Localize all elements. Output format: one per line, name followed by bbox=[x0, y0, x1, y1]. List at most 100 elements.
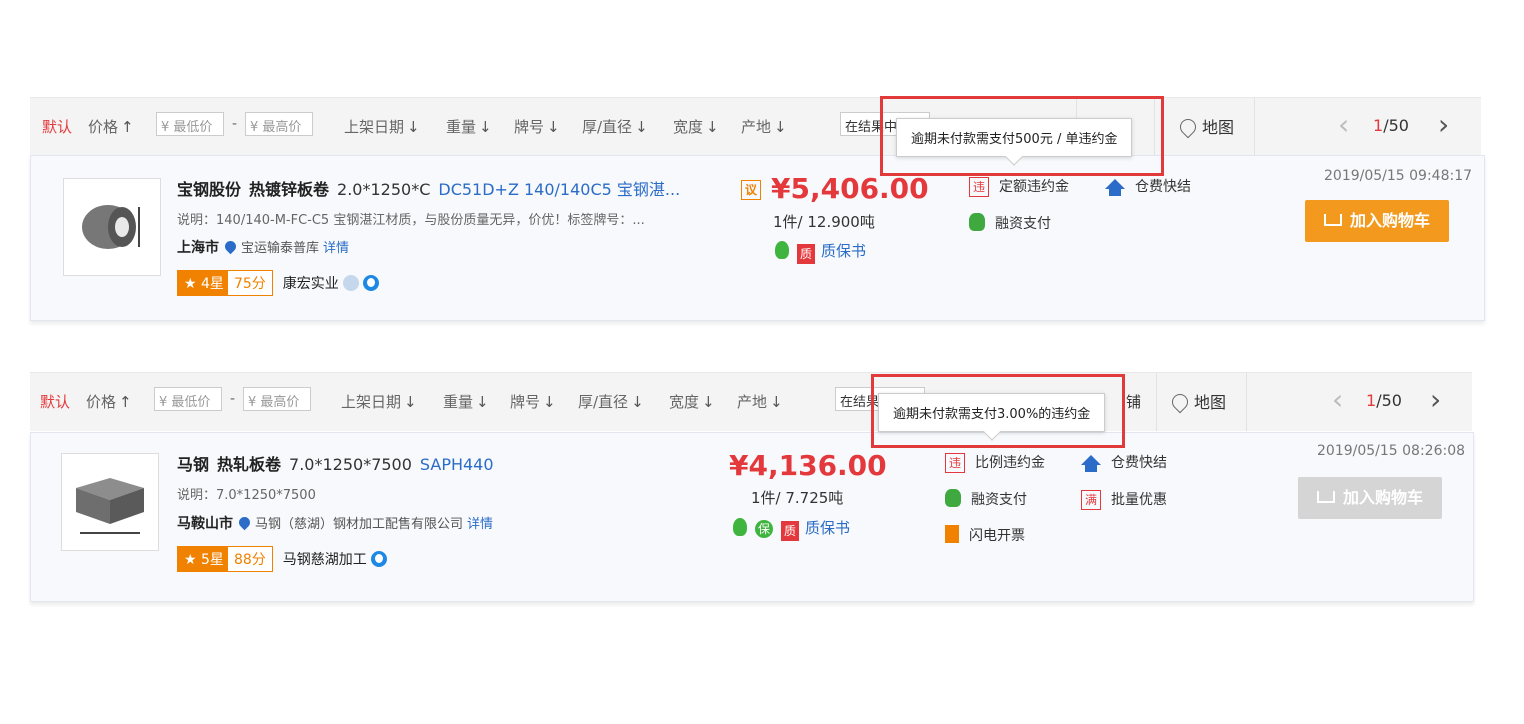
min-price-input[interactable]: ¥ 最低价 bbox=[156, 112, 224, 136]
bulk-discount-icon: 满 bbox=[1081, 490, 1101, 510]
arrow-down-icon: ↓ bbox=[404, 393, 417, 411]
steel-plate-image bbox=[76, 478, 144, 534]
money-bag-icon bbox=[945, 489, 961, 507]
divider bbox=[1246, 373, 1247, 431]
sort-listing-date[interactable]: 上架日期 ↓ bbox=[341, 391, 417, 412]
product-name: 热轧板卷 bbox=[217, 455, 282, 474]
map-pin-icon bbox=[1176, 115, 1200, 139]
service-penalty: 违定额违约金 bbox=[969, 176, 1069, 197]
sort-thickness[interactable]: 厚/直径 ↓ bbox=[582, 116, 648, 137]
quality-icons: 保质质保书 bbox=[733, 517, 850, 541]
arrow-down-icon: ↓ bbox=[543, 393, 556, 411]
shop-filter[interactable]: 铺 bbox=[1126, 391, 1141, 412]
mascot-icon bbox=[342, 275, 359, 291]
detail-link[interactable]: 详情 bbox=[323, 241, 349, 256]
arrow-down-icon: ↓ bbox=[407, 118, 420, 136]
sort-origin[interactable]: 产地 ↓ bbox=[741, 116, 787, 137]
arrow-up-icon: ↑ bbox=[121, 118, 134, 136]
add-to-cart-button[interactable]: 加入购物车 bbox=[1305, 200, 1449, 242]
star-badge: ★ 4星 bbox=[177, 270, 231, 296]
location-pin-icon bbox=[236, 514, 253, 531]
arrow-down-icon: ↓ bbox=[635, 118, 648, 136]
sort-weight[interactable]: 重量 ↓ bbox=[443, 391, 489, 412]
guarantee-icon: 保 bbox=[755, 520, 773, 538]
service-storage: 仓费快结 bbox=[1105, 176, 1191, 196]
sort-weight[interactable]: 重量 ↓ bbox=[446, 116, 492, 137]
sort-default[interactable]: 默认 bbox=[40, 391, 70, 412]
warehouse-icon bbox=[1105, 179, 1125, 196]
cart-icon bbox=[1316, 491, 1335, 503]
arrow-down-icon: ↓ bbox=[476, 393, 489, 411]
service-finance: 融资支付 bbox=[945, 489, 1027, 509]
steel-coil-image bbox=[82, 205, 140, 249]
add-to-cart-button[interactable]: 加入购物车 bbox=[1298, 477, 1442, 519]
quality-cert-link[interactable]: 质保书 bbox=[805, 519, 850, 537]
max-price-input[interactable]: ¥ 最高价 bbox=[245, 112, 313, 136]
lightning-icon bbox=[945, 525, 959, 543]
min-price-input[interactable]: ¥ 最低价 bbox=[154, 387, 222, 411]
arrow-down-icon: ↓ bbox=[479, 118, 492, 136]
sort-bar: 默认 价格 ↑ ¥ 最低价 - ¥ 最高价 上架日期 ↓ 重量 ↓ 牌号 ↓ 厚/直径 ↓… bbox=[30, 97, 1481, 156]
detail-link[interactable]: 详情 bbox=[467, 517, 493, 532]
seller-name[interactable]: 马钢慈湖加工 bbox=[283, 552, 367, 568]
star-badge: ★ 5星 bbox=[177, 546, 231, 572]
arrow-down-icon: ↓ bbox=[547, 118, 560, 136]
quality-cert-icon: 质 bbox=[797, 244, 815, 264]
sort-origin[interactable]: 产地 ↓ bbox=[737, 391, 783, 412]
next-page-button[interactable]: › bbox=[1430, 383, 1441, 416]
product-grade[interactable]: SAPH440 bbox=[420, 455, 494, 474]
map-pin-icon bbox=[1168, 390, 1192, 414]
arrow-down-icon: ↓ bbox=[770, 393, 783, 411]
product-title[interactable]: 宝钢股份 热镀锌板卷 2.0*1250*C DC51D+Z 140/140C5 宝钢湛… bbox=[177, 176, 680, 200]
max-price-input[interactable]: ¥ 最高价 bbox=[243, 387, 311, 411]
qq-chat-icon[interactable] bbox=[362, 275, 379, 291]
product-image[interactable] bbox=[63, 178, 161, 276]
arrow-down-icon: ↓ bbox=[702, 393, 715, 411]
quality-icons: 质质保书 bbox=[775, 240, 866, 264]
next-page-button[interactable]: › bbox=[1438, 108, 1449, 141]
sort-listing-date[interactable]: 上架日期 ↓ bbox=[344, 116, 420, 137]
seller-rating: ★ 4星 75分 康宏实业 bbox=[177, 270, 379, 296]
product-location: 马鞍山市 马钢（慈湖）钢材加工配售有限公司 详情 bbox=[177, 514, 494, 532]
product-description: 说明：7.0*1250*7500 bbox=[177, 488, 316, 503]
sort-brand[interactable]: 牌号 ↓ bbox=[510, 391, 556, 412]
negotiable-icon: 议 bbox=[741, 180, 761, 200]
sort-price[interactable]: 价格 ↑ bbox=[86, 391, 132, 412]
product-price: ¥4,136.00 bbox=[729, 449, 887, 482]
qq-chat-icon[interactable] bbox=[370, 551, 387, 567]
product-grade[interactable]: DC51D+Z 140/140C5 宝钢湛... bbox=[438, 180, 680, 199]
listing-time: 2019/05/15 09:48:17 bbox=[1324, 168, 1473, 184]
penalty-icon: 违 bbox=[969, 177, 989, 197]
quality-cert-link[interactable]: 质保书 bbox=[821, 242, 866, 260]
prev-page-button[interactable]: ‹ bbox=[1332, 383, 1343, 416]
service-bulk-discount: 满批量优惠 bbox=[1081, 489, 1167, 510]
sort-width[interactable]: 宽度 ↓ bbox=[669, 391, 715, 412]
arrow-down-icon: ↓ bbox=[706, 118, 719, 136]
product-title[interactable]: 马钢 热轧板卷 7.0*1250*7500 SAPH440 bbox=[177, 451, 494, 475]
product-quantity: 1件/ 7.725吨 bbox=[751, 489, 844, 507]
warehouse-icon bbox=[1081, 455, 1101, 472]
sort-thickness[interactable]: 厚/直径 ↓ bbox=[578, 391, 644, 412]
sort-default[interactable]: 默认 bbox=[42, 116, 72, 137]
company-name: 宝钢股份 bbox=[177, 180, 242, 199]
sort-width[interactable]: 宽度 ↓ bbox=[673, 116, 719, 137]
money-bag-icon bbox=[969, 213, 985, 231]
page-indicator: 1/50 bbox=[1373, 116, 1409, 135]
bulb-icon bbox=[733, 518, 747, 536]
product-name: 热镀锌板卷 bbox=[249, 180, 330, 199]
cart-icon bbox=[1323, 214, 1342, 226]
listing-time: 2019/05/15 08:26:08 bbox=[1317, 443, 1466, 459]
sort-brand[interactable]: 牌号 ↓ bbox=[514, 116, 560, 137]
score-badge: 88分 bbox=[226, 546, 273, 572]
product-image[interactable] bbox=[61, 453, 159, 551]
quality-cert-icon: 质 bbox=[781, 521, 799, 541]
seller-name[interactable]: 康宏实业 bbox=[283, 276, 339, 292]
sort-price[interactable]: 价格 ↑ bbox=[88, 116, 134, 137]
score-badge: 75分 bbox=[226, 270, 273, 296]
prev-page-button[interactable]: ‹ bbox=[1338, 108, 1349, 141]
listing-panel-2: 默认 价格 ↑ ¥ 最低价 - ¥ 最高价 上架日期 ↓ 重量 ↓ 牌号 ↓ 厚/直径 ↓… bbox=[30, 372, 1474, 604]
map-button[interactable]: 地图 bbox=[1168, 389, 1226, 414]
price-dash: - bbox=[232, 116, 238, 132]
listing-panel-1: 默认 价格 ↑ ¥ 最低价 - ¥ 最高价 上架日期 ↓ 重量 ↓ 牌号 ↓ 厚/直径 ↓… bbox=[30, 97, 1485, 327]
map-button[interactable]: 地图 bbox=[1176, 114, 1234, 139]
